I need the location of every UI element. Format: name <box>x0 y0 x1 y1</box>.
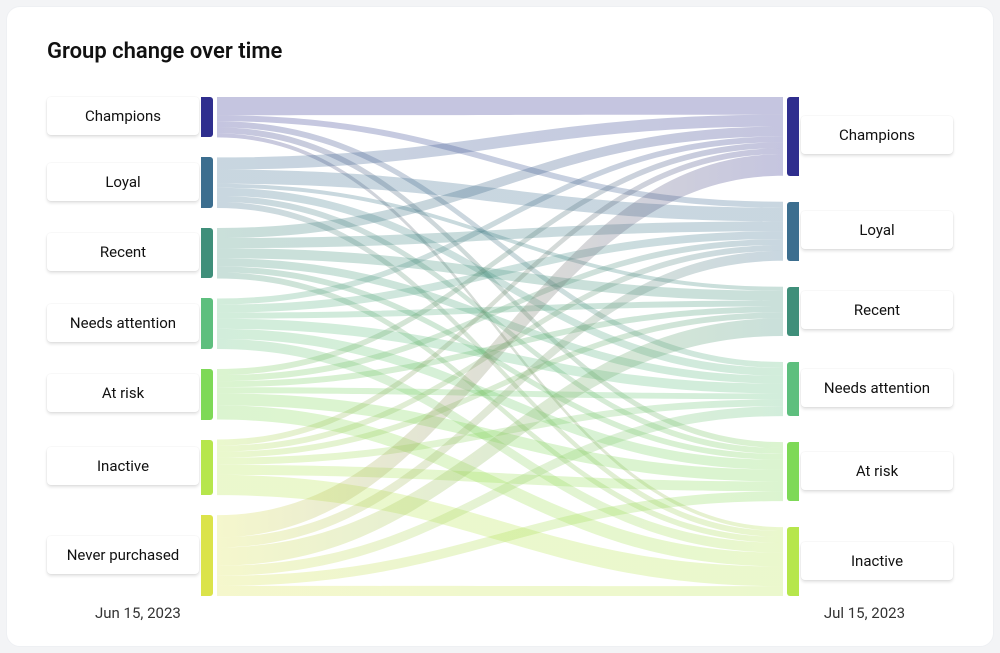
sankey-link <box>217 586 783 596</box>
sankey-node-bar <box>201 228 213 279</box>
sankey-node-bar <box>201 157 213 208</box>
sankey-node-bar <box>201 97 213 137</box>
sankey-node-label: Recent <box>801 291 953 329</box>
sankey-chart: Champions Loyal Recent Needs attention At ri… <box>47 97 953 596</box>
sankey-node-label: Never purchased <box>47 536 199 574</box>
chart-card: Group change over time Champions Loyal Rec… <box>6 6 994 647</box>
sankey-node-bar <box>787 287 799 336</box>
sankey-node-bar <box>201 440 213 496</box>
sankey-node-bar <box>787 362 799 416</box>
date-axis: Jun 15, 2023 Jul 15, 2023 <box>47 604 953 622</box>
sankey-node-label: At risk <box>47 374 199 412</box>
sankey-node-bar <box>787 442 799 501</box>
sankey-node-label: Inactive <box>801 542 953 580</box>
sankey-node-bar <box>787 527 799 596</box>
sankey-node-label: Recent <box>47 233 199 271</box>
sankey-node-label: Champions <box>801 116 953 154</box>
sankey-node-bar <box>201 298 213 349</box>
sankey-node-label: At risk <box>801 452 953 490</box>
sankey-node-label: Loyal <box>47 163 199 201</box>
sankey-node-label: Loyal <box>801 211 953 249</box>
sankey-link <box>217 97 783 115</box>
date-start: Jun 15, 2023 <box>95 604 181 622</box>
date-end: Jul 15, 2023 <box>824 604 905 622</box>
sankey-node-bar <box>787 202 799 261</box>
sankey-node-bar <box>787 97 799 176</box>
sankey-node-bar <box>201 515 213 596</box>
chart-title: Group change over time <box>47 39 953 64</box>
sankey-node-bar <box>201 369 213 420</box>
sankey-node-label: Needs attention <box>47 304 199 342</box>
sankey-node-label: Champions <box>47 97 199 135</box>
sankey-node-label: Needs attention <box>801 369 953 407</box>
sankey-node-label: Inactive <box>47 447 199 485</box>
